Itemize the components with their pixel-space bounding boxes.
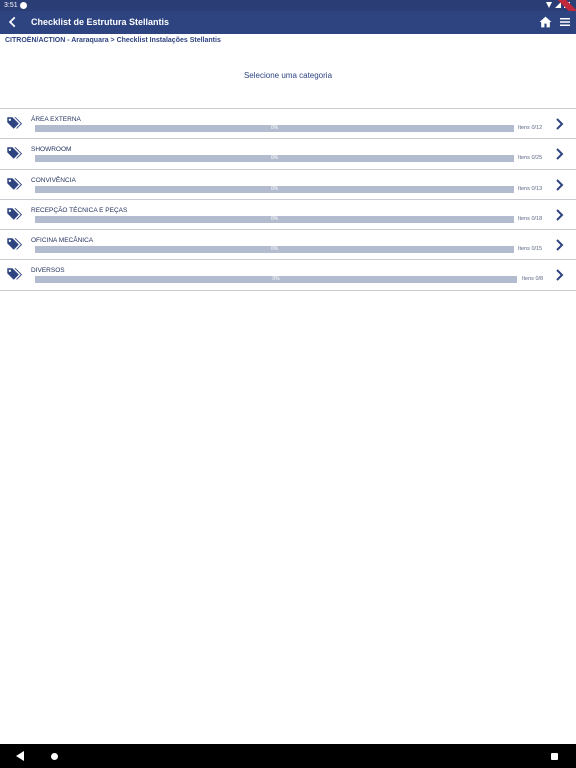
- progress-label: 0%: [270, 246, 279, 253]
- category-name: SHOWROOM: [31, 146, 72, 154]
- items-count: Itens 0/18: [518, 215, 543, 222]
- category-list: ÁREA EXTERNA 0% Itens 0/12 SHOWROOM 0% I…: [0, 108, 576, 291]
- progress-label: 0%: [270, 155, 279, 162]
- tags-icon: [7, 177, 23, 190]
- notification-icon: [20, 2, 27, 9]
- category-row-showroom[interactable]: SHOWROOM 0% Itens 0/25: [0, 139, 576, 170]
- wifi-icon: [546, 2, 552, 8]
- category-name: ÁREA EXTERNA: [31, 116, 81, 123]
- items-count: Itens 0/13: [518, 185, 543, 192]
- items-count: Itens 0/15: [518, 246, 543, 253]
- breadcrumb: CITROËN/ACTION - Araraquara > Checklist …: [5, 37, 221, 44]
- category-row-oficina-mecanica[interactable]: OFICINA MECÂNICA 0% Itens 0/15: [0, 230, 576, 261]
- progress-label: 0%: [270, 185, 279, 192]
- items-count: Itens 0/12: [518, 125, 543, 131]
- progress-bar: 0%: [35, 185, 514, 193]
- items-count: Itens 0/25: [518, 155, 543, 162]
- tags-icon: [7, 268, 23, 281]
- progress-label: 0%: [270, 215, 279, 222]
- system-nav-bar: [0, 744, 576, 768]
- progress-label: 0%: [272, 276, 280, 283]
- category-name: CONVIVÊNCIA: [31, 176, 76, 184]
- tags-icon: [7, 238, 23, 250]
- progress-label: 0%: [270, 125, 279, 131]
- progress-bar: 0%: [35, 246, 514, 254]
- category-name: DIVERSOS: [31, 267, 65, 275]
- progress-bar: 0%: [35, 276, 517, 284]
- progress-bar: 0%: [35, 125, 514, 132]
- arrow-back-icon[interactable]: [6, 15, 20, 29]
- chevron-right-icon: [556, 209, 564, 221]
- home-icon[interactable]: [539, 16, 552, 28]
- tags-icon: [7, 117, 23, 129]
- status-time: 3:51: [4, 2, 18, 9]
- category-name: RECEPÇÃO TÉCNICA E PEÇAS: [31, 206, 128, 214]
- nav-home-icon[interactable]: [51, 753, 58, 760]
- progress-bar: 0%: [35, 215, 514, 223]
- category-row-recepcao-tecnica[interactable]: RECEPÇÃO TÉCNICA E PEÇAS 0% Itens 0/18: [0, 200, 576, 231]
- chevron-right-icon: [556, 239, 564, 251]
- category-row-area-externa[interactable]: ÁREA EXTERNA 0% Itens 0/12: [0, 109, 576, 140]
- category-name: OFICINA MECÂNICA: [31, 237, 94, 245]
- section-heading: Selecione uma categoria: [243, 71, 333, 80]
- progress-bar: 0%: [35, 155, 514, 163]
- tags-icon: [7, 208, 23, 220]
- items-count: Itens 0/8: [522, 276, 544, 283]
- tags-icon: [7, 147, 23, 160]
- nav-back-icon[interactable]: [16, 751, 25, 761]
- menu-icon[interactable]: [559, 16, 571, 28]
- chevron-right-icon: [556, 148, 564, 161]
- page-title: Checklist de Estrutura Stellantis: [31, 17, 170, 27]
- chevron-right-icon: [556, 269, 564, 282]
- status-bar: 3:51: [0, 0, 576, 21]
- chevron-right-icon: [556, 178, 564, 191]
- chevron-right-icon: [556, 118, 564, 130]
- nav-recents-icon[interactable]: [551, 753, 558, 760]
- category-row-convivencia[interactable]: CONVIVÊNCIA 0% Itens 0/13: [0, 170, 576, 200]
- app-bar: Checklist de Estrutura Stellantis: [0, 11, 576, 34]
- category-row-diversos[interactable]: DIVERSOS 0% Itens 0/8: [0, 260, 576, 291]
